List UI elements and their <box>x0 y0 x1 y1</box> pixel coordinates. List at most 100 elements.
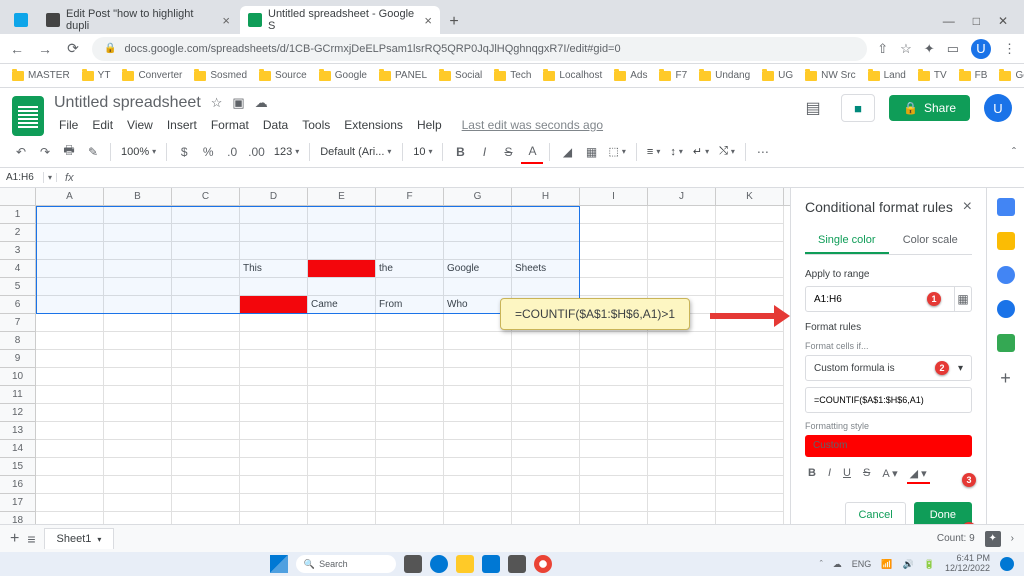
cell-K16[interactable] <box>716 476 784 494</box>
cell-K8[interactable] <box>716 332 784 350</box>
cell-F1[interactable] <box>376 206 444 224</box>
bookmark-tv[interactable]: TV <box>914 70 951 81</box>
cell-F9[interactable] <box>376 350 444 368</box>
row-header-9[interactable]: 9 <box>0 350 36 368</box>
maps-rail-icon[interactable] <box>997 334 1015 352</box>
bookmark-nw src[interactable]: NW Src <box>801 70 859 81</box>
cell-A5[interactable] <box>36 278 104 296</box>
cell-D1[interactable] <box>240 206 308 224</box>
browser-tab-0[interactable] <box>6 6 36 34</box>
bookmark-sosmed[interactable]: Sosmed <box>190 70 251 81</box>
row-header-2[interactable]: 2 <box>0 224 36 242</box>
cell-A2[interactable] <box>36 224 104 242</box>
cell-D4[interactable]: This <box>240 260 308 278</box>
cell-J10[interactable] <box>648 368 716 386</box>
font-select[interactable]: Default (Ari...▾ <box>316 146 396 158</box>
share-button[interactable]: 🔒Share <box>889 95 970 121</box>
select-all-corner[interactable] <box>0 188 36 205</box>
percent-button[interactable]: % <box>197 140 219 164</box>
style-italic[interactable]: I <box>825 465 834 484</box>
panel-close-icon[interactable]: × <box>963 198 972 216</box>
cell-G3[interactable] <box>444 242 512 260</box>
cell-C18[interactable] <box>172 512 240 524</box>
cell-H1[interactable] <box>512 206 580 224</box>
bookmark-converter[interactable]: Converter <box>118 70 186 81</box>
cell-E7[interactable] <box>308 314 376 332</box>
cell-D12[interactable] <box>240 404 308 422</box>
taskbar-app-chrome[interactable] <box>534 555 552 573</box>
row-header-12[interactable]: 12 <box>0 404 36 422</box>
print-icon[interactable]: 🖶 <box>58 140 80 164</box>
cell-C8[interactable] <box>172 332 240 350</box>
cell-G10[interactable] <box>444 368 512 386</box>
extensions-icon[interactable]: ✦ <box>924 41 935 57</box>
cell-H9[interactable] <box>512 350 580 368</box>
cell-B18[interactable] <box>104 512 172 524</box>
cell-H12[interactable] <box>512 404 580 422</box>
cell-E15[interactable] <box>308 458 376 476</box>
col-header-G[interactable]: G <box>444 188 512 205</box>
col-header-C[interactable]: C <box>172 188 240 205</box>
cell-B15[interactable] <box>104 458 172 476</box>
nav-back-icon[interactable]: ← <box>8 41 26 57</box>
cell-J18[interactable] <box>648 512 716 524</box>
cell-J16[interactable] <box>648 476 716 494</box>
row-header-17[interactable]: 17 <box>0 494 36 512</box>
cell-I18[interactable] <box>580 512 648 524</box>
cell-K17[interactable] <box>716 494 784 512</box>
col-header-A[interactable]: A <box>36 188 104 205</box>
menu-insert[interactable]: Insert <box>162 116 202 134</box>
col-header-J[interactable]: J <box>648 188 716 205</box>
all-sheets-icon[interactable]: ≡ <box>27 531 35 547</box>
cell-C14[interactable] <box>172 440 240 458</box>
cell-F6[interactable]: From <box>376 296 444 314</box>
tray-onedrive-icon[interactable]: ☁ <box>833 559 842 570</box>
fill-color-button[interactable]: ◢ <box>556 140 578 164</box>
new-tab-button[interactable]: + <box>442 10 466 34</box>
cell-I5[interactable] <box>580 278 648 296</box>
cell-H15[interactable] <box>512 458 580 476</box>
cell-D5[interactable] <box>240 278 308 296</box>
taskbar-app-explorer[interactable] <box>456 555 474 573</box>
cell-J17[interactable] <box>648 494 716 512</box>
bookmark-star-icon[interactable]: ☆ <box>900 41 912 57</box>
cell-E10[interactable] <box>308 368 376 386</box>
currency-button[interactable]: $ <box>173 140 195 164</box>
tasks-rail-icon[interactable] <box>997 266 1015 284</box>
bookmark-undang[interactable]: Undang <box>695 70 754 81</box>
cell-C11[interactable] <box>172 386 240 404</box>
bookmark-fb[interactable]: FB <box>955 70 992 81</box>
cell-F11[interactable] <box>376 386 444 404</box>
italic-button[interactable]: I <box>473 140 495 164</box>
cell-E3[interactable] <box>308 242 376 260</box>
menu-view[interactable]: View <box>122 116 158 134</box>
browser-tab-2[interactable]: Untitled spreadsheet - Google S× <box>240 6 440 34</box>
cell-B8[interactable] <box>104 332 172 350</box>
cell-D16[interactable] <box>240 476 308 494</box>
cell-E16[interactable] <box>308 476 376 494</box>
cell-I15[interactable] <box>580 458 648 476</box>
account-avatar[interactable]: U <box>984 94 1012 122</box>
col-header-D[interactable]: D <box>240 188 308 205</box>
comments-icon[interactable]: ▤ <box>799 94 827 122</box>
window-maximize[interactable]: □ <box>973 14 980 28</box>
cell-F7[interactable] <box>376 314 444 332</box>
cell-D10[interactable] <box>240 368 308 386</box>
paint-format-icon[interactable]: ✎ <box>82 140 104 164</box>
cell-A3[interactable] <box>36 242 104 260</box>
cell-G2[interactable] <box>444 224 512 242</box>
cell-E1[interactable] <box>308 206 376 224</box>
cell-A11[interactable] <box>36 386 104 404</box>
row-header-4[interactable]: 4 <box>0 260 36 278</box>
bookmark-source[interactable]: Source <box>255 70 311 81</box>
bookmark-panel[interactable]: PANEL <box>375 70 431 81</box>
cell-B13[interactable] <box>104 422 172 440</box>
cell-G4[interactable]: Google <box>444 260 512 278</box>
nav-reload-icon[interactable]: ⟳ <box>64 40 82 57</box>
cell-A8[interactable] <box>36 332 104 350</box>
col-header-B[interactable]: B <box>104 188 172 205</box>
row-header-10[interactable]: 10 <box>0 368 36 386</box>
cell-J12[interactable] <box>648 404 716 422</box>
sheets-logo-icon[interactable] <box>12 96 44 136</box>
row-header-11[interactable]: 11 <box>0 386 36 404</box>
